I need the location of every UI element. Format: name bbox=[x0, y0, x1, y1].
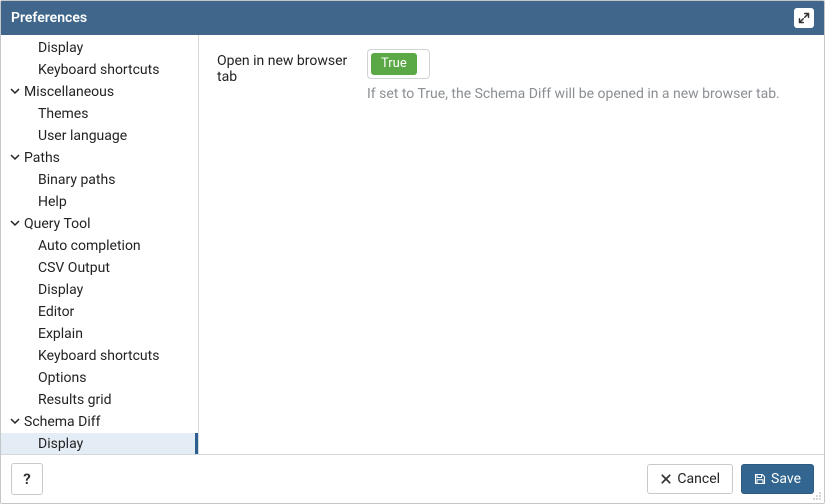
tree-child-label: Display bbox=[38, 40, 83, 56]
cancel-button[interactable]: Cancel bbox=[647, 464, 733, 494]
tree-child-label: Display bbox=[38, 282, 83, 298]
tree-parent[interactable]: Paths bbox=[1, 147, 198, 169]
tree-child-label: Auto completion bbox=[38, 238, 141, 254]
setting-description: If set to True, the Schema Diff will be … bbox=[367, 86, 806, 102]
tree-child[interactable]: User language bbox=[1, 125, 198, 147]
save-icon bbox=[754, 473, 766, 485]
tree-parent-label: Miscellaneous bbox=[24, 84, 114, 100]
tree-child-label: Display bbox=[38, 436, 83, 452]
tree-child-label: Themes bbox=[38, 106, 88, 122]
content-pane: Open in new browser tab True If set to T… bbox=[199, 35, 824, 454]
setting-label: Open in new browser tab bbox=[217, 49, 363, 85]
tree-child-label: Keyboard shortcuts bbox=[38, 348, 159, 364]
tree-child[interactable]: Keyboard shortcuts bbox=[1, 59, 198, 81]
tree-child-label: Help bbox=[38, 194, 67, 210]
tree-child[interactable]: Help bbox=[1, 191, 198, 213]
titlebar: Preferences bbox=[1, 1, 824, 35]
help-icon: ? bbox=[23, 470, 30, 488]
tree-child-label: Explain bbox=[38, 326, 83, 342]
tree-child-label: Binary paths bbox=[38, 172, 115, 188]
dialog-title: Preferences bbox=[11, 10, 87, 26]
cancel-label: Cancel bbox=[677, 471, 720, 487]
tree-child[interactable]: Display bbox=[1, 433, 198, 454]
expand-icon bbox=[798, 12, 810, 24]
dialog-body: Display Keyboard shortcuts Miscellaneous Th… bbox=[1, 35, 824, 454]
maximize-button[interactable] bbox=[794, 8, 814, 28]
save-button[interactable]: Save bbox=[741, 464, 814, 494]
tree-child[interactable]: Editor bbox=[1, 301, 198, 323]
save-label: Save bbox=[771, 471, 801, 487]
tree-parent-label: Query Tool bbox=[24, 216, 91, 232]
tree-child[interactable]: Binary paths bbox=[1, 169, 198, 191]
chevron-down-icon bbox=[10, 414, 22, 430]
tree-parent-label: Paths bbox=[24, 150, 60, 166]
tree-parent[interactable]: Query Tool bbox=[1, 213, 198, 235]
sidebar[interactable]: Display Keyboard shortcuts Miscellaneous Th… bbox=[1, 35, 199, 454]
tree-child[interactable]: Display bbox=[1, 279, 198, 301]
chevron-down-icon bbox=[10, 84, 22, 100]
setting-control: True If set to True, the Schema Diff wil… bbox=[363, 49, 806, 102]
chevron-down-icon bbox=[10, 150, 22, 166]
tree-child[interactable]: Keyboard shortcuts bbox=[1, 345, 198, 367]
chevron-down-icon bbox=[10, 216, 22, 232]
toggle-open-in-new-tab[interactable]: True bbox=[367, 49, 430, 79]
help-button[interactable]: ? bbox=[11, 463, 43, 495]
tree-child-label: Results grid bbox=[38, 392, 112, 408]
tree-child-label: Options bbox=[38, 370, 86, 386]
tree-child[interactable]: Themes bbox=[1, 103, 198, 125]
tree-child[interactable]: Auto completion bbox=[1, 235, 198, 257]
tree-child[interactable]: Explain bbox=[1, 323, 198, 345]
footer-actions: Cancel Save bbox=[647, 464, 814, 494]
toggle-knob bbox=[419, 55, 426, 73]
toggle-value: True bbox=[371, 53, 417, 75]
tree-parent-label: Schema Diff bbox=[24, 414, 100, 430]
close-icon bbox=[660, 473, 672, 485]
tree-child-label: Keyboard shortcuts bbox=[38, 62, 159, 78]
footer: ? Cancel Save bbox=[1, 454, 824, 503]
tree-child-label: Editor bbox=[38, 304, 74, 320]
tree-child[interactable]: Options bbox=[1, 367, 198, 389]
tree-child[interactable]: CSV Output bbox=[1, 257, 198, 279]
tree-parent[interactable]: Miscellaneous bbox=[1, 81, 198, 103]
tree-child-label: CSV Output bbox=[38, 260, 110, 276]
preferences-dialog: Preferences Display Keyboard shortcuts Mis… bbox=[0, 0, 825, 504]
setting-row: Open in new browser tab True If set to T… bbox=[217, 49, 806, 102]
tree-child[interactable]: Results grid bbox=[1, 389, 198, 411]
tree-child[interactable]: Display bbox=[1, 37, 198, 59]
tree-child-label: User language bbox=[38, 128, 127, 144]
resize-grip-icon[interactable] bbox=[812, 491, 822, 501]
tree-parent[interactable]: Schema Diff bbox=[1, 411, 198, 433]
